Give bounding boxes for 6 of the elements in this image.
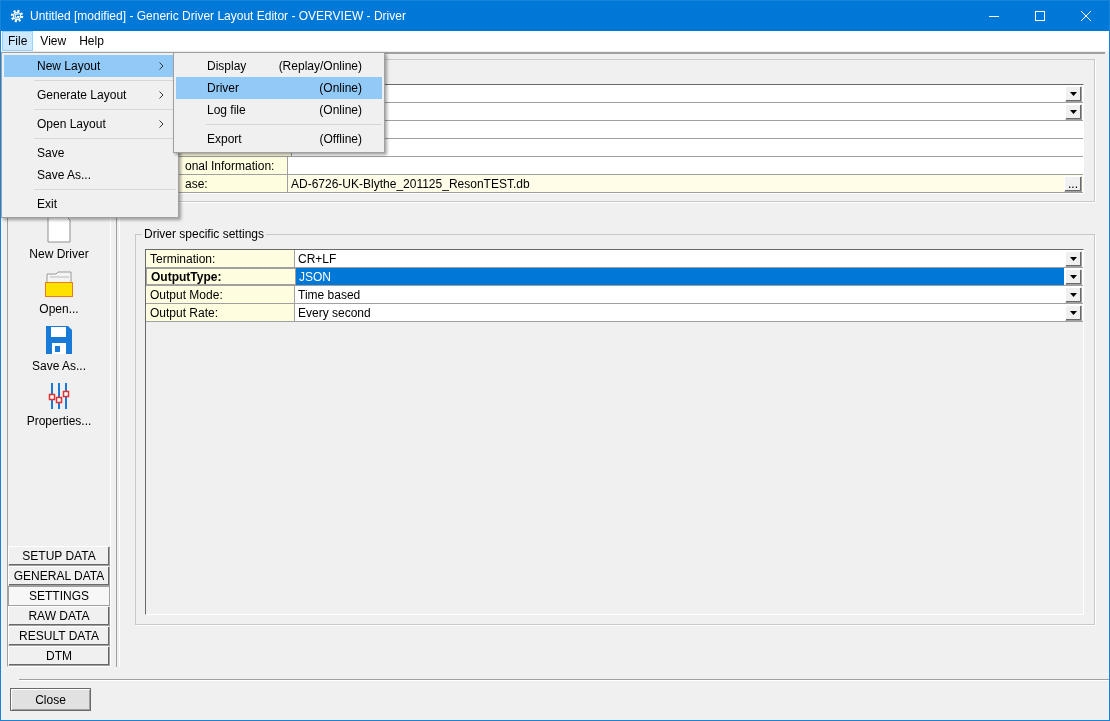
group-title: Driver specific settings: [142, 227, 267, 241]
window-title: Untitled [modified] - Generic Driver Layout Editor - OVERVIEW - Driver: [30, 9, 407, 23]
property-label: Output Mode:: [146, 286, 295, 303]
property-label: OutputType:: [146, 268, 296, 285]
property-label: Output Rate:: [146, 304, 295, 321]
property-label: Termination:: [146, 250, 295, 267]
